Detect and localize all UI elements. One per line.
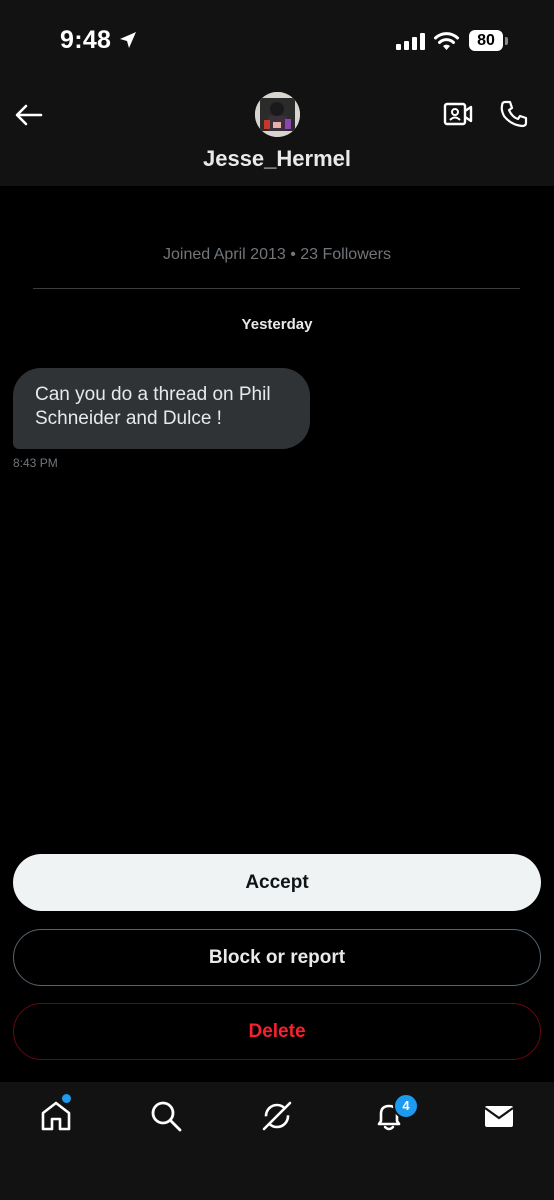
video-camera-icon (443, 102, 473, 126)
status-time: 9:48 (60, 26, 112, 54)
status-bar: 9:48 80 (0, 0, 554, 80)
home-unread-dot (62, 1094, 71, 1103)
nav-messages[interactable] (479, 1096, 519, 1136)
messages-icon (484, 1106, 514, 1127)
search-icon (151, 1101, 182, 1132)
message-bubble[interactable]: Can you do a thread on Phil Schneider an… (13, 368, 310, 449)
accept-button[interactable]: Accept (13, 854, 541, 911)
block-or-report-label: Block or report (208, 946, 346, 968)
notification-badge: 4 (393, 1093, 419, 1119)
accept-label: Accept (245, 871, 309, 893)
conversation-header: Jesse_Hermel (0, 80, 554, 186)
nav-grok[interactable] (257, 1096, 297, 1136)
divider (33, 288, 520, 289)
contact-name[interactable]: Jesse_Hermel (0, 146, 554, 172)
avatar[interactable] (255, 92, 300, 137)
phone-call-button[interactable] (496, 96, 532, 132)
phone-icon (500, 100, 528, 128)
wifi-icon (434, 32, 459, 50)
grok-icon (262, 1101, 292, 1131)
back-arrow-icon (15, 104, 43, 126)
battery-level: 80 (477, 32, 495, 49)
joined-info: Joined April 2013 • 23 Followers (163, 246, 391, 263)
battery-tip (505, 37, 508, 45)
delete-label: Delete (248, 1020, 306, 1042)
message-time: 8:43 PM (13, 456, 58, 470)
battery-icon: 80 (469, 30, 503, 51)
avatar-image (255, 92, 300, 137)
delete-button[interactable]: Delete (13, 1003, 541, 1060)
date-separator: Yesterday (241, 316, 313, 333)
location-arrow-icon (120, 32, 136, 48)
nav-home[interactable] (36, 1096, 76, 1136)
bottom-nav: 4 (0, 1082, 554, 1200)
cellular-signal-icon (396, 33, 425, 50)
message-text: Can you do a thread on Phil Schneider an… (35, 384, 271, 429)
nav-search[interactable] (146, 1096, 186, 1136)
back-button[interactable] (10, 96, 48, 134)
video-call-button[interactable] (440, 96, 476, 132)
block-or-report-button[interactable]: Block or report (13, 929, 541, 986)
home-icon (41, 1101, 71, 1131)
